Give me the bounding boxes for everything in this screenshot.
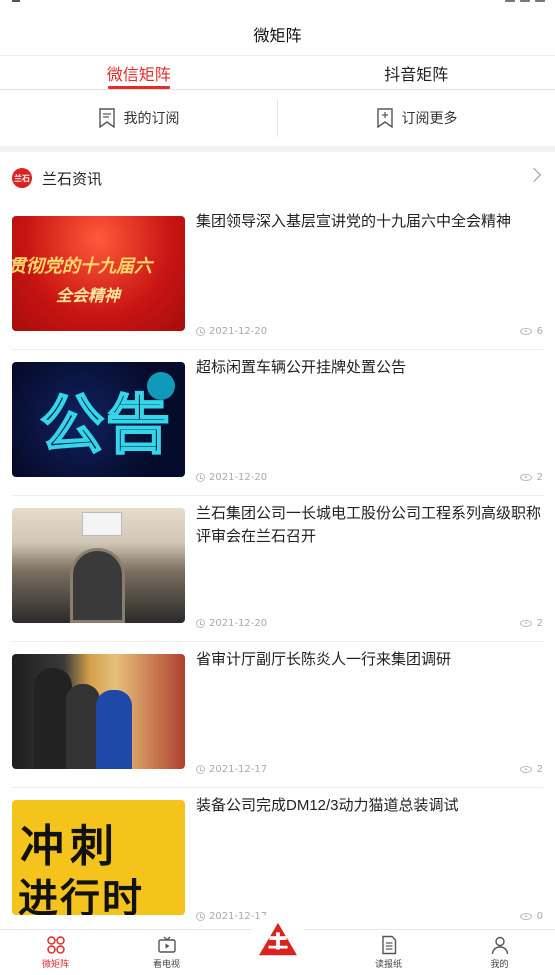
nav-label: 我的 <box>490 959 509 969</box>
lanshi-logo-icon: 兰石 <box>12 168 32 188</box>
news-title: 兰石集团公司一长城电工股份公司工程系列高级职称评审会在兰石召开 <box>196 505 542 545</box>
thumb-caption: 贯彻党的十九届六 <box>12 256 152 276</box>
status-bar <box>0 0 555 12</box>
news-meta: 2021-12-17 2 <box>196 764 543 775</box>
thumb-caption: 进行时 <box>18 877 144 915</box>
nav-item-home[interactable] <box>222 912 333 975</box>
news-views: 6 <box>536 326 543 337</box>
news-thumbnail <box>12 654 185 769</box>
news-item[interactable]: 省审计厅副厅长陈炎人一行来集团调研 2021-12-17 2 <box>12 642 543 788</box>
nav-item-matrix[interactable]: 微矩阵 <box>0 930 111 975</box>
status-left-icon <box>12 0 20 2</box>
news-thumbnail: 公告 <box>12 362 185 477</box>
news-item[interactable]: 贯彻党的十九届六 全会精神 集团领导深入基层宣讲党的十九届六中全会精神 2021… <box>12 204 543 350</box>
news-date: 2021-12-20 <box>209 472 268 483</box>
news-meta: 2021-12-17 0 <box>196 911 543 922</box>
news-title: 集团领导深入基层宣讲党的十九届六中全会精神 <box>196 213 512 230</box>
eye-icon <box>519 620 532 627</box>
clock-icon <box>196 327 205 336</box>
news-views: 2 <box>536 764 543 775</box>
tab-douyin-matrix[interactable]: 抖音矩阵 <box>278 56 555 89</box>
subscribe-more-label: 订阅更多 <box>401 110 458 126</box>
news-title: 装备公司完成DM12/3动力猫道总装调试 <box>196 797 459 814</box>
status-icons <box>505 0 545 2</box>
newspaper-icon <box>381 935 396 955</box>
eye-icon <box>519 766 532 773</box>
news-date: 2021-12-20 <box>209 326 268 337</box>
tab-bar: 微信矩阵 抖音矩阵 <box>0 56 555 90</box>
news-date: 2021-12-17 <box>209 764 268 775</box>
eye-icon <box>519 474 532 481</box>
subscription-bar: 我的订阅 订阅更多 <box>0 90 555 152</box>
clock-icon <box>196 765 205 774</box>
eye-icon <box>519 913 532 920</box>
news-title: 省审计厅副厅长陈炎人一行来集团调研 <box>196 651 452 668</box>
clock-icon <box>196 473 205 482</box>
section-header[interactable]: 兰石 兰石资讯 <box>0 152 555 204</box>
news-title: 超标闲置车辆公开挂牌处置公告 <box>196 359 407 376</box>
chevron-right-icon[interactable] <box>526 167 542 183</box>
subscribe-more-button[interactable]: 订阅更多 <box>278 98 555 138</box>
thumb-caption: 全会精神 <box>56 288 121 305</box>
brand-logo-icon[interactable] <box>249 912 306 968</box>
news-views: 2 <box>536 472 543 483</box>
news-thumbnail: 冲刺 进行时 <box>12 800 185 915</box>
nav-label: 微矩阵 <box>41 959 69 969</box>
news-date: 2021-12-20 <box>209 618 268 629</box>
nav-label: 读报纸 <box>374 959 402 969</box>
news-views: 0 <box>536 911 543 922</box>
bookmark-add-icon <box>376 108 393 128</box>
clock-icon <box>196 912 205 921</box>
my-subscription-label: 我的订阅 <box>123 110 180 126</box>
page-title: 微矩阵 <box>0 12 555 56</box>
bottom-nav: 微矩阵 看电视 读报纸 我的 <box>0 912 555 975</box>
news-views: 2 <box>536 618 543 629</box>
news-list: 贯彻党的十九届六 全会精神 集团领导深入基层宣讲党的十九届六中全会精神 2021… <box>0 204 555 934</box>
nav-label: 看电视 <box>152 959 180 969</box>
bookmark-icon <box>98 108 115 128</box>
news-meta: 2021-12-20 6 <box>196 326 543 337</box>
news-thumbnail <box>12 508 185 623</box>
thumb-caption: 冲刺 <box>20 822 120 871</box>
my-subscription-button[interactable]: 我的订阅 <box>0 98 277 138</box>
eye-icon <box>519 328 532 335</box>
clock-icon <box>196 619 205 628</box>
user-icon <box>491 936 508 955</box>
grid-icon <box>46 936 65 954</box>
nav-item-me[interactable]: 我的 <box>444 930 555 975</box>
news-item[interactable]: 公告 超标闲置车辆公开挂牌处置公告 2021-12-20 2 <box>12 350 543 496</box>
news-item[interactable]: 兰石集团公司一长城电工股份公司工程系列高级职称评审会在兰石召开 2021-12-… <box>12 496 543 642</box>
thumb-caption: 公告 <box>39 388 172 462</box>
section-title: 兰石资讯 <box>42 170 103 188</box>
news-meta: 2021-12-20 2 <box>196 472 543 483</box>
nav-item-tv[interactable]: 看电视 <box>111 930 222 975</box>
tab-wechat-matrix[interactable]: 微信矩阵 <box>0 56 278 89</box>
nav-item-newspaper[interactable]: 读报纸 <box>333 930 444 975</box>
news-meta: 2021-12-20 2 <box>196 618 543 629</box>
news-thumbnail: 贯彻党的十九届六 全会精神 <box>12 216 185 331</box>
tv-icon <box>157 936 176 953</box>
